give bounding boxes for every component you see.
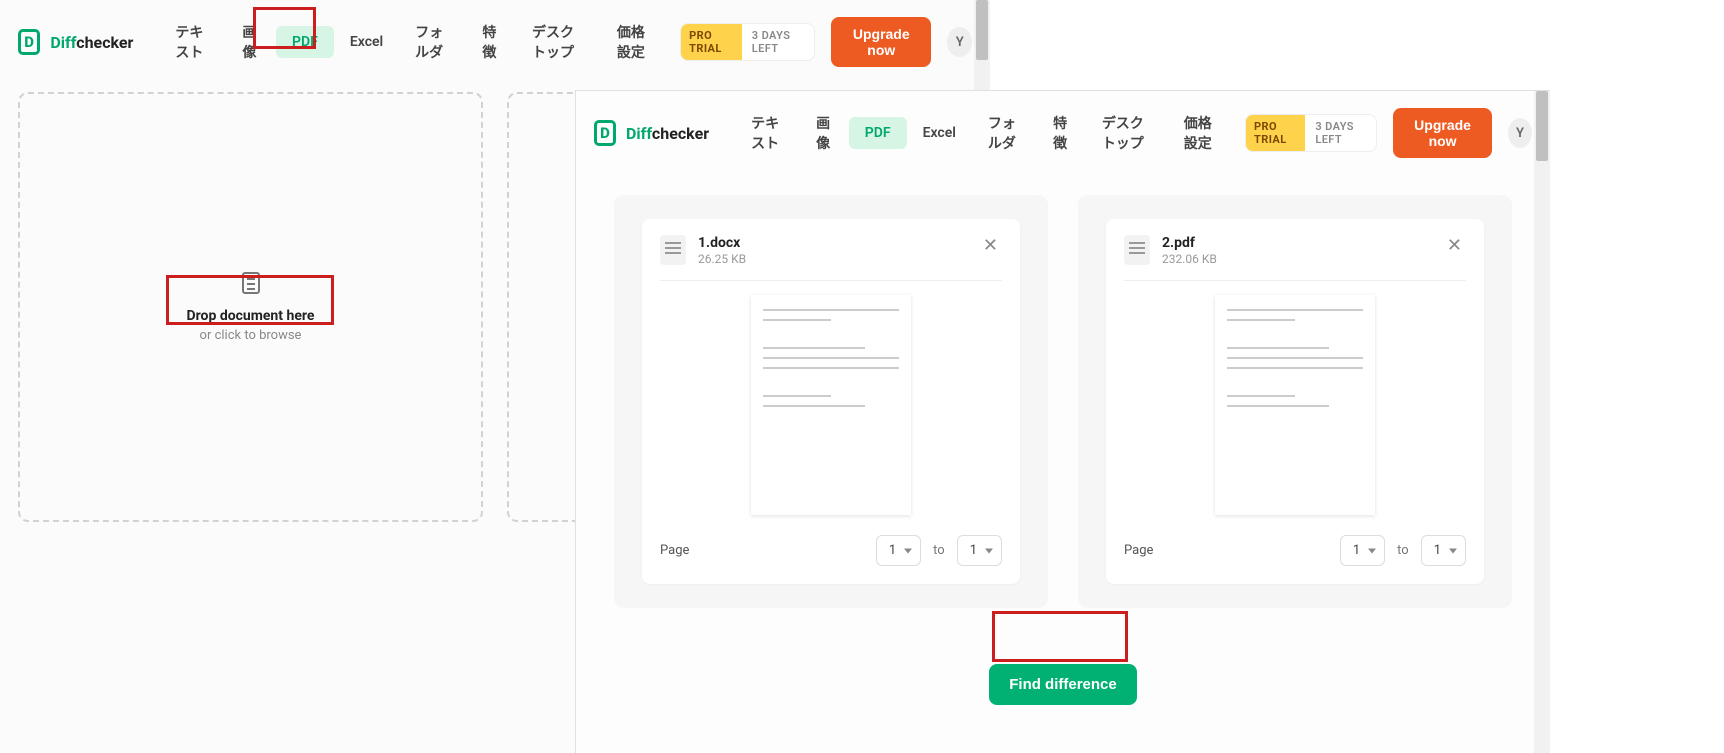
brand-diff: Diff: [50, 33, 76, 52]
nav-pdf[interactable]: PDF: [276, 26, 334, 58]
avatar[interactable]: Y: [947, 27, 972, 57]
page-label: Page: [660, 543, 864, 558]
drop-sub: or click to browse: [200, 328, 302, 343]
brand-checker: checker: [652, 124, 709, 143]
file-panels: 1.docx 26.25 KB ✕ Page 1 to 1: [576, 175, 1550, 628]
pro-label: PRO TRIAL: [1246, 115, 1305, 151]
drop-title: Drop document here: [187, 308, 315, 324]
scrollbar[interactable]: [1534, 91, 1550, 753]
logo-icon: D: [594, 120, 616, 146]
document-icon: [242, 272, 260, 294]
file-panel-right: 2.pdf 232.06 KB ✕ Page 1 to 1: [1078, 195, 1512, 608]
scrollbar-thumb[interactable]: [976, 0, 988, 60]
page-preview: [1215, 295, 1375, 515]
file-name: 2.pdf: [1162, 235, 1431, 251]
to-label: to: [933, 543, 945, 558]
page-range: Page 1 to 1: [1124, 535, 1466, 566]
diffchecker-app-loaded: D Diffchecker テキスト 画像 PDF Excel フォルダ 特徴 …: [575, 90, 1550, 753]
pro-trial-badge: PRO TRIAL 3 DAYS LEFT: [680, 23, 815, 61]
file-icon: [660, 235, 686, 265]
file-card: 1.docx 26.25 KB ✕ Page 1 to 1: [642, 219, 1020, 584]
dropzone-left[interactable]: Drop document here or click to browse: [18, 92, 483, 522]
find-difference-button[interactable]: Find difference: [989, 664, 1137, 705]
nav-desktop[interactable]: デスクトップ: [516, 14, 601, 70]
nav-features[interactable]: 特徴: [466, 14, 516, 70]
file-size: 232.06 KB: [1162, 252, 1431, 266]
file-icon: [1124, 235, 1150, 265]
days-left: 3 DAYS LEFT: [1305, 115, 1376, 151]
nav-image[interactable]: 画像: [226, 14, 276, 70]
page-to-select[interactable]: 1: [1421, 535, 1466, 566]
nav-pdf[interactable]: PDF: [849, 117, 907, 149]
page-label: Page: [1124, 543, 1328, 558]
nav-excel[interactable]: Excel: [334, 26, 399, 58]
remove-file-button[interactable]: ✕: [979, 235, 1002, 257]
nav-folder[interactable]: フォルダ: [972, 105, 1037, 161]
brand-checker: checker: [76, 33, 133, 52]
brand[interactable]: Diffchecker: [50, 33, 133, 52]
page-from-select[interactable]: 1: [876, 535, 921, 566]
page-preview: [751, 295, 911, 515]
upgrade-button[interactable]: Upgrade now: [831, 17, 931, 67]
nav-excel[interactable]: Excel: [907, 117, 972, 149]
brand-diff: Diff: [626, 124, 652, 143]
page-to-select[interactable]: 1: [957, 535, 1002, 566]
brand[interactable]: Diffchecker: [626, 124, 709, 143]
file-card-header: 2.pdf 232.06 KB ✕: [1124, 235, 1466, 281]
nav: テキスト 画像 PDF Excel フォルダ 特徴 デスクトップ 価格設定: [735, 105, 1233, 161]
nav-image[interactable]: 画像: [800, 105, 849, 161]
pro-trial-badge: PRO TRIAL 3 DAYS LEFT: [1245, 114, 1377, 152]
to-label: to: [1397, 543, 1409, 558]
remove-file-button[interactable]: ✕: [1443, 235, 1466, 257]
nav-folder[interactable]: フォルダ: [399, 14, 466, 70]
file-name: 1.docx: [698, 235, 967, 251]
upgrade-button[interactable]: Upgrade now: [1393, 108, 1492, 158]
header: D Diffchecker テキスト 画像 PDF Excel フォルダ 特徴 …: [576, 91, 1550, 175]
file-card-header: 1.docx 26.25 KB ✕: [660, 235, 1002, 281]
file-info: 1.docx 26.25 KB: [698, 235, 967, 266]
find-row: Find difference: [576, 628, 1550, 705]
page-range: Page 1 to 1: [660, 535, 1002, 566]
file-info: 2.pdf 232.06 KB: [1162, 235, 1431, 266]
page-from-select[interactable]: 1: [1340, 535, 1385, 566]
nav-features[interactable]: 特徴: [1037, 105, 1086, 161]
nav: テキスト 画像 PDF Excel フォルダ 特徴 デスクトップ 価格設定: [159, 14, 668, 70]
file-card: 2.pdf 232.06 KB ✕ Page 1 to 1: [1106, 219, 1484, 584]
nav-text[interactable]: テキスト: [159, 14, 226, 70]
logo-icon: D: [18, 29, 40, 55]
pro-label: PRO TRIAL: [681, 24, 742, 60]
avatar[interactable]: Y: [1508, 118, 1532, 148]
file-size: 26.25 KB: [698, 252, 967, 266]
nav-pricing[interactable]: 価格設定: [1168, 105, 1233, 161]
nav-text[interactable]: テキスト: [735, 105, 800, 161]
file-panel-left: 1.docx 26.25 KB ✕ Page 1 to 1: [614, 195, 1048, 608]
scrollbar-thumb[interactable]: [1536, 91, 1548, 161]
nav-desktop[interactable]: デスクトップ: [1086, 105, 1168, 161]
header: D Diffchecker テキスト 画像 PDF Excel フォルダ 特徴 …: [0, 0, 990, 84]
nav-pricing[interactable]: 価格設定: [601, 14, 668, 70]
days-left: 3 DAYS LEFT: [742, 24, 814, 60]
